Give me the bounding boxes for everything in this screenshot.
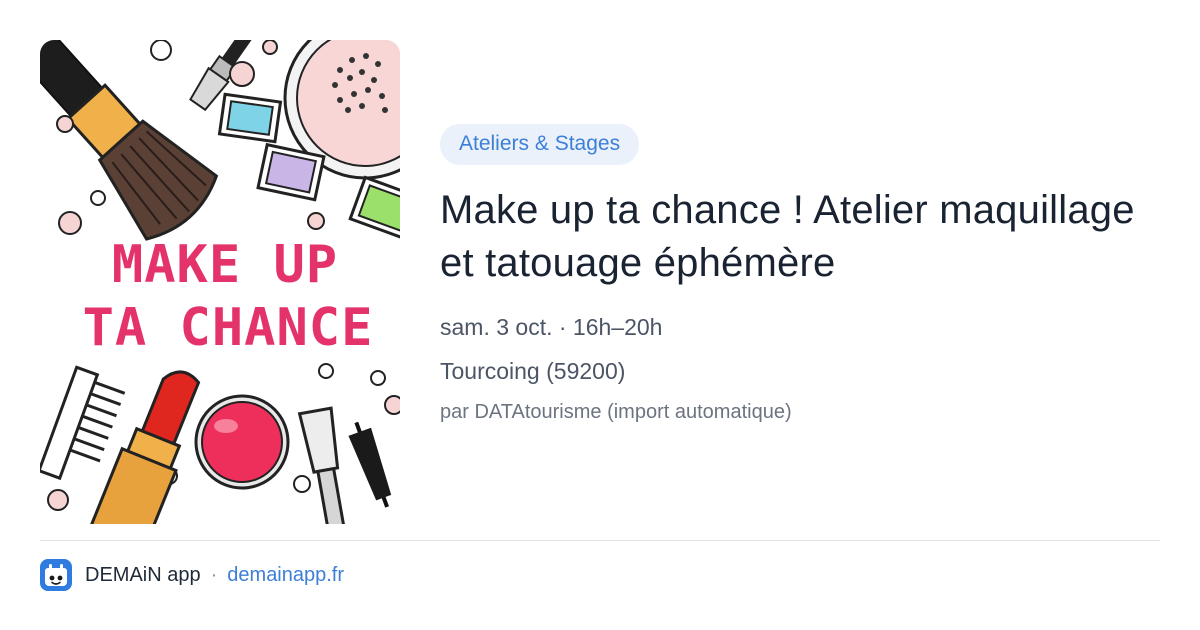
app-name: DEMAiN app	[85, 563, 201, 586]
event-source: par DATAtourisme (import automatique)	[440, 401, 792, 423]
event-datetime: sam. 3 oct. · 16h–20h	[440, 314, 663, 340]
event-title[interactable]: Make up ta chance ! Atelier maquillage e…	[440, 184, 1160, 290]
category-badge[interactable]: Ateliers & Stages	[440, 124, 640, 165]
event-details: Ateliers & Stages Make up ta chance ! At…	[440, 124, 1160, 425]
footer: DEMAiN app · demainapp.fr	[40, 558, 344, 592]
footer-separator: ·	[210, 563, 218, 586]
event-cover-image: MAKE UP TA CHANCE	[40, 40, 400, 524]
event-location: Tourcoing (59200)	[440, 358, 626, 384]
cover-lettering: TA CHANCE	[83, 298, 374, 358]
cover-lettering: MAKE UP	[112, 235, 338, 295]
blush-sponge-icon	[194, 394, 290, 490]
footer-divider	[40, 540, 1160, 541]
app-website-link[interactable]: demainapp.fr	[227, 564, 344, 587]
demain-logo-icon[interactable]	[40, 559, 72, 591]
